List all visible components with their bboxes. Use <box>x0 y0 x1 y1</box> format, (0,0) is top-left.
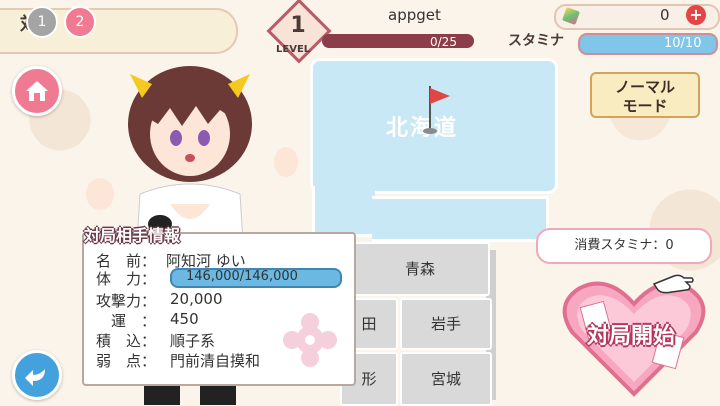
back-arrow-icon <box>25 369 45 386</box>
prefecture-aomori[interactable]: 青森 <box>350 242 490 296</box>
xp-text: 0/25 <box>430 35 457 49</box>
mode-label-line2: モード <box>622 97 668 115</box>
stamina-text: 10/10 <box>664 36 702 51</box>
map-hokkaido-lower-2 <box>372 196 549 242</box>
luck-label: 運 ： <box>96 312 157 330</box>
attack-value: 20,000 <box>170 290 223 308</box>
home-icon <box>26 81 48 101</box>
weakness-label: 弱 点： <box>96 352 157 370</box>
weakness-value: 門前清自摸和 <box>170 352 261 370</box>
add-coin-button[interactable]: + <box>686 5 706 25</box>
stamina-label: スタミナ <box>508 33 564 49</box>
flag-icon <box>420 86 450 136</box>
prefecture-miyagi[interactable]: 宮城 <box>400 352 492 406</box>
mode-label-line1: ノーマル <box>614 78 675 96</box>
hp-label: 体 力： <box>96 270 157 288</box>
prefecture-iwate[interactable]: 岩手 <box>400 298 492 350</box>
flower-decoration <box>283 313 337 367</box>
normal-mode-button[interactable]: ノーマル モード <box>590 72 700 118</box>
pointing-hand-icon <box>652 274 694 294</box>
attack-label: 攻撃力： <box>96 292 157 310</box>
home-button[interactable] <box>12 66 62 116</box>
map-hokkaido-lower <box>312 186 375 237</box>
opponent-info-title: 対局相手情報 <box>84 226 181 245</box>
level-value: 1 <box>290 13 306 38</box>
stack-label: 積 込： <box>96 332 157 350</box>
badge-2[interactable]: 2 <box>64 6 96 38</box>
username: appget <box>388 6 441 24</box>
start-match-label[interactable]: 対局開始 <box>566 318 696 350</box>
back-button[interactable] <box>12 350 62 400</box>
luck-value: 450 <box>170 310 199 328</box>
stack-value: 順子系 <box>170 332 216 350</box>
hp-value: 146,000/146,000 <box>186 269 298 284</box>
badge-1[interactable]: 1 <box>26 6 58 38</box>
coin-count: 0 <box>660 6 670 24</box>
stamina-cost: 消費スタミナ：0 <box>536 228 712 264</box>
